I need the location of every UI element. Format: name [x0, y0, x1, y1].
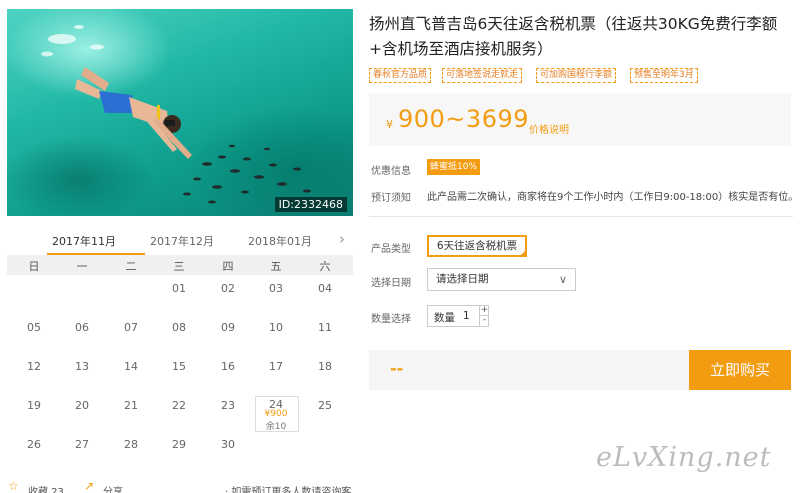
product-photo[interactable]: ID:2332468 — [7, 9, 353, 216]
currency-symbol: ¥ — [386, 118, 393, 131]
tag-badge: 春秋官方品质 — [369, 68, 432, 83]
tab-month-2[interactable]: 2017年12月 — [150, 233, 214, 249]
notice-label: 预订须知 — [371, 193, 411, 204]
calendar-day[interactable]: 28 — [107, 438, 155, 451]
share-icon[interactable]: ↗ — [84, 479, 94, 493]
tag-badge: 可加购国程行李额 — [536, 68, 617, 83]
calendar-day[interactable]: 22 — [155, 399, 203, 412]
calendar-day[interactable]: 04 — [301, 282, 349, 295]
star-icon[interactable]: ☆ — [8, 479, 19, 493]
weekday-label: 日 — [28, 260, 40, 273]
consult-note: · 如需预订更多人数请咨询客服 — [225, 487, 352, 493]
calendar-day[interactable]: 20 — [58, 399, 106, 412]
calendar-day[interactable]: 06 — [58, 321, 106, 334]
notice-text: 此产品需二次确认，商家将在9个工作小时内（工作日9:00-18:00）核实是否有… — [427, 192, 799, 203]
quantity-value[interactable]: 1 — [463, 310, 470, 322]
calendar-day[interactable]: 26 — [10, 438, 58, 451]
calendar-day[interactable]: 27 — [58, 438, 106, 451]
price-explanation-link[interactable]: 价格说明 — [529, 121, 569, 136]
action-bar: ☆ 收藏 23 ↗ 分享 · 如需预订更多人数请咨询客服 — [0, 479, 360, 493]
date-select[interactable]: 请选择日期 ∨ — [427, 268, 576, 291]
watermark: eLvXing.net — [596, 442, 772, 473]
weekday-label: 四 — [222, 260, 234, 273]
calendar-day[interactable]: 07 — [107, 321, 155, 334]
price-calendar: 2017年11月 2017年12月 2018年01月 › 日 一 二 三 四 五… — [7, 224, 353, 451]
favorite-button[interactable]: 收藏 23 — [28, 483, 64, 493]
calendar-day[interactable]: 13 — [58, 360, 106, 373]
total-price: -- — [390, 359, 404, 378]
calendar-day[interactable]: 30 — [204, 438, 252, 451]
calendar-day[interactable]: 16 — [204, 360, 252, 373]
date-label: 选择日期 — [371, 278, 411, 289]
weekday-header: 日 一 二 三 四 五 六 — [7, 255, 353, 275]
month-tabs: 2017年11月 2017年12月 2018年01月 › — [7, 224, 353, 255]
quantity-stepper[interactable]: 数量 1 + - — [427, 305, 489, 327]
tag-badge: 可落地签说走就走 — [442, 68, 523, 83]
product-type-label: 产品类型 — [371, 244, 411, 255]
quantity-decrease-button[interactable]: - — [479, 316, 489, 326]
date-select-value: 请选择日期 — [436, 273, 489, 285]
weekday-label: 二 — [125, 260, 137, 273]
calendar-day[interactable]: 23 — [204, 399, 252, 412]
snorkeler-illustration — [41, 25, 311, 204]
photo-id-label: ID:2332468 — [274, 197, 347, 212]
calendar-day[interactable]: 21 — [107, 399, 155, 412]
calendar-day[interactable]: 17 — [252, 360, 300, 373]
weekday-label: 一 — [76, 260, 88, 273]
calendar-day[interactable]: 25 — [301, 399, 349, 412]
selected-corner-icon — [519, 249, 527, 257]
quantity-inner-label: 数量 — [434, 312, 455, 324]
weekday-label: 五 — [270, 260, 282, 273]
calendar-day[interactable]: 11 — [301, 321, 349, 334]
calendar-day[interactable]: 10 — [252, 321, 300, 334]
calendar-day[interactable]: 12 — [10, 360, 58, 373]
tab-month-1[interactable]: 2017年11月 — [52, 233, 116, 249]
calendar-day[interactable]: 02 — [204, 282, 252, 295]
price-range: 900~3699 — [398, 105, 529, 133]
calendar-day[interactable]: 05 — [10, 321, 58, 334]
divider — [369, 216, 793, 217]
calendar-day[interactable]: 19 — [10, 399, 58, 412]
calendar-day[interactable]: 03 — [252, 282, 300, 295]
buy-bar: -- 立即购买 — [369, 350, 791, 390]
calendar-day[interactable]: 08 — [155, 321, 203, 334]
calendar-day-price: ¥900 — [264, 409, 288, 419]
calendar-day-stock: 余10 — [265, 422, 287, 432]
product-type-option[interactable]: 6天往返含税机票 — [427, 235, 527, 257]
share-button[interactable]: 分享 — [103, 483, 123, 493]
price-panel: ¥ 900~3699 价格说明 — [369, 93, 791, 146]
buy-now-button[interactable]: 立即购买 — [689, 350, 791, 390]
discount-label: 优惠信息 — [371, 166, 411, 177]
discount-badge: 蜂蜜抵10% — [427, 159, 481, 175]
calendar-day[interactable]: 29 — [155, 438, 203, 451]
quantity-label: 数量选择 — [371, 314, 411, 325]
weekday-label: 三 — [173, 260, 185, 273]
chevron-right-icon[interactable]: › — [339, 230, 345, 248]
weekday-label: 六 — [319, 260, 331, 273]
product-type-value: 6天往返含税机票 — [436, 240, 518, 252]
calendar-day[interactable]: 09 — [204, 321, 252, 334]
chevron-down-icon: ∨ — [558, 273, 567, 286]
calendar-day[interactable]: 01 — [155, 282, 203, 295]
calendar-day[interactable]: 14 — [107, 360, 155, 373]
tab-month-3[interactable]: 2018年01月 — [248, 233, 312, 249]
calendar-day[interactable]: 15 — [155, 360, 203, 373]
product-title: 扬州直飞普吉岛6天往返含税机票（往返共30KG免费行李额+含机场至酒店接机服务） — [369, 15, 778, 58]
calendar-day[interactable]: 18 — [301, 360, 349, 373]
tag-badge: 预售至明年3月 — [630, 68, 698, 83]
